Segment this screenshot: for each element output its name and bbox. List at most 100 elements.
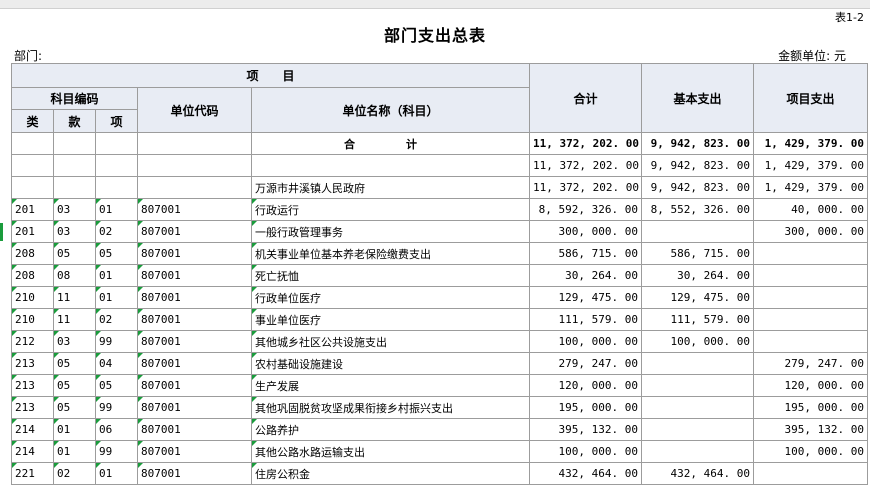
- cell-unit-name[interactable]: 其他公路水路运输支出: [250, 440, 531, 463]
- cell-kuan[interactable]: 01: [53, 418, 96, 441]
- cell-unit-code[interactable]: 807001: [137, 242, 252, 265]
- cell-unit-name[interactable]: 生产发展: [250, 374, 531, 397]
- cell-project[interactable]: [753, 462, 869, 485]
- cell-total[interactable]: 100, 000. 00: [529, 440, 643, 463]
- cell-basic[interactable]: 111, 579. 00: [641, 308, 755, 331]
- cell-unit-name[interactable]: 万源市井溪镇人民政府: [250, 176, 531, 199]
- cell-basic[interactable]: [641, 396, 755, 419]
- cell-xiang[interactable]: 01: [95, 264, 138, 287]
- cell-project[interactable]: [753, 308, 869, 331]
- cell-total[interactable]: 300, 000. 00: [529, 220, 643, 243]
- cell-xiang[interactable]: 04: [95, 352, 138, 375]
- cell-basic[interactable]: 586, 715. 00: [641, 242, 755, 265]
- cell-unit-code[interactable]: 807001: [137, 418, 252, 441]
- cell-project[interactable]: 1, 429, 379. 00: [753, 154, 869, 177]
- cell-project[interactable]: [753, 330, 869, 353]
- cell-lei[interactable]: [11, 154, 54, 177]
- cell-unit-name[interactable]: 其他巩固脱贫攻坚成果衔接乡村振兴支出: [250, 396, 531, 419]
- cell-unit-name[interactable]: 农村基础设施建设: [250, 352, 531, 375]
- cell-basic[interactable]: [641, 440, 755, 463]
- cell-unit-code[interactable]: [137, 176, 252, 199]
- cell-basic[interactable]: [641, 352, 755, 375]
- cell-unit-name[interactable]: [250, 154, 531, 177]
- cell-unit-code[interactable]: 807001: [137, 286, 252, 309]
- cell-lei[interactable]: 214: [11, 418, 54, 441]
- cell-lei[interactable]: 201: [11, 220, 54, 243]
- cell-basic[interactable]: 9, 942, 823. 00: [641, 176, 755, 199]
- cell-unit-name[interactable]: 行政单位医疗: [250, 286, 531, 309]
- cell-total[interactable]: 129, 475. 00: [529, 286, 643, 309]
- cell-total[interactable]: 195, 000. 00: [529, 396, 643, 419]
- cell-unit-code[interactable]: 807001: [137, 198, 252, 221]
- header-basic[interactable]: 基本支出: [641, 63, 755, 133]
- cell-unit-code[interactable]: 807001: [137, 264, 252, 287]
- cell-xiang[interactable]: 05: [95, 374, 138, 397]
- total-label[interactable]: 合 计: [250, 132, 531, 155]
- cell-total[interactable]: 586, 715. 00: [529, 242, 643, 265]
- cell-lei[interactable]: 213: [11, 396, 54, 419]
- cell-project[interactable]: 1, 429, 379. 00: [753, 176, 869, 199]
- cell-kuan[interactable]: [53, 132, 96, 155]
- cell-project[interactable]: 195, 000. 00: [753, 396, 869, 419]
- cell-unit-name[interactable]: 公路养护: [250, 418, 531, 441]
- cell-unit-code[interactable]: 807001: [137, 440, 252, 463]
- cell-xiang[interactable]: 99: [95, 396, 138, 419]
- total-project[interactable]: 1, 429, 379. 00: [753, 132, 869, 155]
- cell-unit-code[interactable]: 807001: [137, 308, 252, 331]
- cell-unit-code[interactable]: 807001: [137, 374, 252, 397]
- header-unit-code[interactable]: 单位代码: [137, 87, 252, 133]
- cell-basic[interactable]: 9, 942, 823. 00: [641, 154, 755, 177]
- cell-unit-code[interactable]: 807001: [137, 396, 252, 419]
- cell-lei[interactable]: [11, 176, 54, 199]
- cell-kuan[interactable]: [53, 154, 96, 177]
- cell-total[interactable]: 30, 264. 00: [529, 264, 643, 287]
- cell-project[interactable]: 40, 000. 00: [753, 198, 869, 221]
- cell-kuan[interactable]: 05: [53, 396, 96, 419]
- cell-basic[interactable]: [641, 374, 755, 397]
- cell-kuan[interactable]: 11: [53, 286, 96, 309]
- cell-lei[interactable]: 210: [11, 308, 54, 331]
- cell-kuan[interactable]: [53, 176, 96, 199]
- cell-kuan[interactable]: 02: [53, 462, 96, 485]
- header-unit-name[interactable]: 单位名称（科目）: [250, 87, 531, 133]
- cell-project[interactable]: 395, 132. 00: [753, 418, 869, 441]
- cell-project[interactable]: 120, 000. 00: [753, 374, 869, 397]
- cell-lei[interactable]: 213: [11, 352, 54, 375]
- cell-basic[interactable]: [641, 220, 755, 243]
- cell-kuan[interactable]: 11: [53, 308, 96, 331]
- cell-unit-name[interactable]: 住房公积金: [250, 462, 531, 485]
- cell-xiang[interactable]: 02: [95, 308, 138, 331]
- cell-unit-code[interactable]: [137, 132, 252, 155]
- cell-xiang[interactable]: 02: [95, 220, 138, 243]
- cell-kuan[interactable]: 05: [53, 374, 96, 397]
- cell-project[interactable]: 300, 000. 00: [753, 220, 869, 243]
- cell-lei[interactable]: 210: [11, 286, 54, 309]
- cell-total[interactable]: 11, 372, 202. 00: [529, 176, 643, 199]
- cell-total[interactable]: 279, 247. 00: [529, 352, 643, 375]
- header-total[interactable]: 合计: [529, 63, 643, 133]
- cell-xiang[interactable]: 99: [95, 330, 138, 353]
- cell-basic[interactable]: 8, 552, 326. 00: [641, 198, 755, 221]
- cell-xiang[interactable]: 01: [95, 286, 138, 309]
- cell-xiang[interactable]: 01: [95, 462, 138, 485]
- cell-basic[interactable]: [641, 418, 755, 441]
- cell-xiang[interactable]: 01: [95, 198, 138, 221]
- cell-unit-name[interactable]: 一般行政管理事务: [250, 220, 531, 243]
- cell-lei[interactable]: 213: [11, 374, 54, 397]
- total-basic[interactable]: 9, 942, 823. 00: [641, 132, 755, 155]
- cell-lei[interactable]: 212: [11, 330, 54, 353]
- header-subject-code[interactable]: 科目编码: [11, 87, 138, 110]
- cell-lei[interactable]: 201: [11, 198, 54, 221]
- header-lei[interactable]: 类: [11, 109, 54, 133]
- cell-unit-name[interactable]: 死亡抚恤: [250, 264, 531, 287]
- header-project[interactable]: 项目支出: [753, 63, 869, 133]
- header-item[interactable]: 项 目: [10, 63, 531, 88]
- header-xiang[interactable]: 项: [95, 109, 138, 133]
- cell-xiang[interactable]: 06: [95, 418, 138, 441]
- header-kuan[interactable]: 款: [53, 109, 96, 133]
- cell-unit-code[interactable]: 807001: [137, 220, 252, 243]
- cell-unit-code[interactable]: 807001: [137, 352, 252, 375]
- cell-total[interactable]: 100, 000. 00: [529, 330, 643, 353]
- cell-unit-name[interactable]: 机关事业单位基本养老保险缴费支出: [250, 242, 531, 265]
- cell-total[interactable]: 11, 372, 202. 00: [529, 154, 643, 177]
